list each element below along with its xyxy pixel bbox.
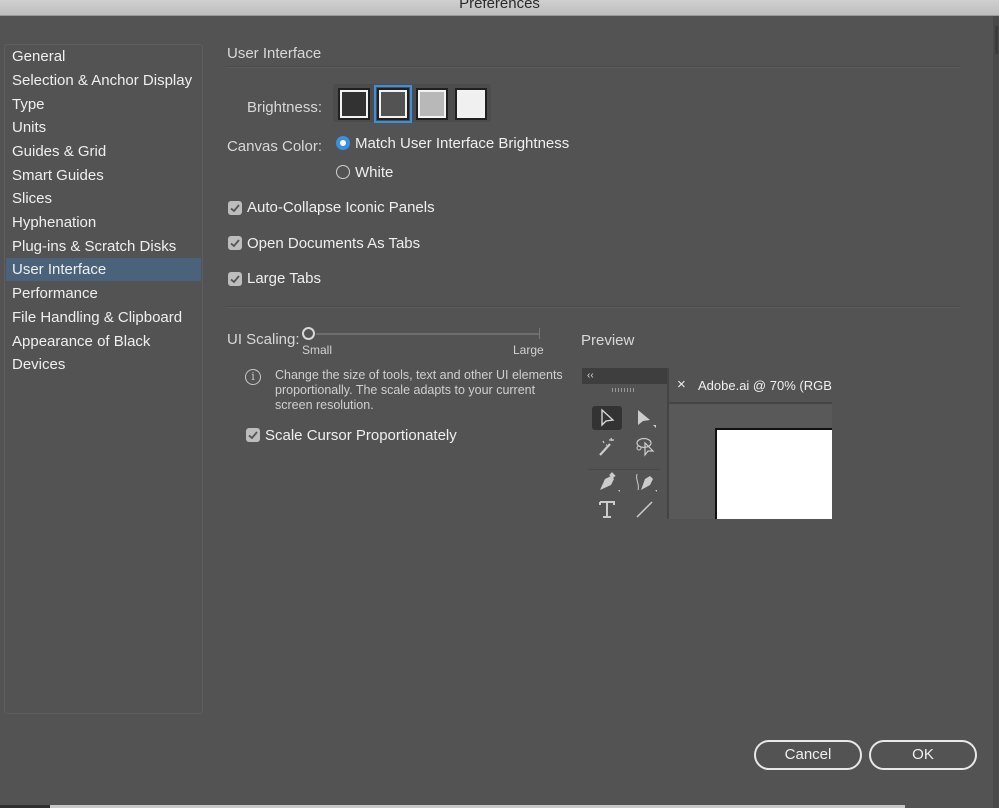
canvas-color-match-label[interactable]: Match User Interface Brightness — [355, 135, 569, 152]
sidebar-item-hyphenation[interactable]: Hyphenation — [6, 211, 201, 234]
scale-cursor-label[interactable]: Scale Cursor Proportionately — [265, 427, 457, 444]
ui-scaling-slider-track[interactable] — [316, 333, 540, 335]
preview-label: Preview — [581, 332, 635, 349]
selection-tool-icon — [592, 406, 622, 430]
sidebar-item-slices[interactable]: Slices — [6, 187, 201, 210]
close-icon: × — [677, 376, 686, 393]
auto-collapse-checkbox[interactable] — [228, 201, 242, 215]
sidebar-item-selection-anchor-display[interactable]: Selection & Anchor Display — [6, 69, 201, 92]
sidebar-item-type[interactable]: Type — [6, 93, 201, 116]
sidebar-item-appearance-of-black[interactable]: Appearance of Black — [6, 330, 201, 353]
preview-document-tab: × Adobe.ai @ 70% (RGB/ — [669, 368, 832, 404]
scrollbar-thumb[interactable] — [995, 26, 998, 54]
ui-scaling-max-label: Large — [513, 343, 544, 357]
sidebar-item-user-interface[interactable]: User Interface — [6, 258, 201, 281]
canvas-color-label: Canvas Color: — [226, 138, 322, 155]
type-tool-icon — [592, 496, 622, 519]
sidebar-item-general[interactable]: General — [6, 45, 201, 68]
direct-selection-tool-icon — [629, 406, 659, 430]
magic-wand-tool-icon — [592, 434, 622, 458]
section-divider-2 — [227, 306, 960, 308]
canvas-color-match-radio[interactable] — [336, 136, 350, 150]
ui-scaling-slider-knob[interactable] — [302, 327, 315, 340]
large-tabs-checkbox[interactable] — [228, 272, 242, 286]
canvas-color-white-radio[interactable] — [336, 165, 350, 179]
checkmark-icon — [248, 431, 258, 440]
cancel-button[interactable]: Cancel — [754, 740, 862, 770]
large-tabs-label[interactable]: Large Tabs — [247, 270, 321, 287]
ui-scaling-label: UI Scaling: — [227, 331, 300, 348]
line-tool-icon — [629, 496, 659, 519]
sidebar-item-units[interactable]: Units — [6, 116, 201, 139]
info-icon: i — [245, 369, 261, 385]
sidebar-item-file-handling-clipboard[interactable]: File Handling & Clipboard — [6, 306, 201, 329]
sidebar-item-plugins-scratch-disks[interactable]: Plug-ins & Scratch Disks — [6, 235, 201, 258]
sidebar-item-devices[interactable]: Devices — [6, 353, 201, 376]
curvature-tool-icon — [629, 468, 659, 492]
collapse-panel-icon: ‹‹ — [582, 368, 667, 384]
auto-collapse-label[interactable]: Auto-Collapse Iconic Panels — [247, 199, 435, 216]
ui-scaling-info-text: Change the size of tools, text and other… — [275, 368, 563, 412]
ok-button[interactable]: OK — [869, 740, 977, 770]
preview-pane: ‹‹ × Adobe.ai @ 70% (RGB/ — [582, 368, 832, 519]
window-title: Preferences — [459, 0, 540, 12]
document-tab-title: Adobe.ai @ 70% (RGB/ — [698, 378, 832, 393]
preview-artboard — [715, 428, 832, 519]
ui-scaling-min-label: Small — [302, 343, 333, 357]
canvas-color-white-label[interactable]: White — [355, 164, 393, 181]
brightness-swatch-group — [333, 84, 491, 123]
ui-scaling-slider-tick — [539, 328, 540, 339]
window-scrollbar[interactable] — [993, 16, 999, 808]
preferences-sidebar: General Selection & Anchor Display Type … — [4, 44, 203, 714]
section-title: User Interface — [227, 45, 322, 62]
sidebar-item-performance[interactable]: Performance — [6, 282, 201, 305]
section-divider — [227, 66, 960, 68]
lasso-tool-icon — [629, 434, 659, 458]
window-titlebar: Preferences — [0, 0, 999, 16]
brightness-swatch-dark[interactable] — [338, 88, 370, 120]
pen-tool-icon — [592, 468, 622, 492]
open-documents-as-tabs-checkbox[interactable] — [228, 236, 242, 250]
checkmark-icon — [230, 239, 240, 248]
brightness-swatch-light[interactable] — [455, 88, 487, 120]
sidebar-item-smart-guides[interactable]: Smart Guides — [6, 164, 201, 187]
scale-cursor-checkbox[interactable] — [246, 428, 260, 442]
brightness-label: Brightness: — [246, 99, 322, 116]
brightness-swatch-medium-light[interactable] — [416, 88, 448, 120]
panel-grip-icon — [612, 388, 636, 392]
sidebar-item-guides-grid[interactable]: Guides & Grid — [6, 140, 201, 163]
checkmark-icon — [230, 204, 240, 213]
brightness-swatch-medium-dark[interactable] — [374, 85, 412, 123]
checkmark-icon — [230, 275, 240, 284]
open-documents-as-tabs-label[interactable]: Open Documents As Tabs — [247, 235, 420, 252]
preview-tools-panel: ‹‹ — [582, 368, 669, 519]
